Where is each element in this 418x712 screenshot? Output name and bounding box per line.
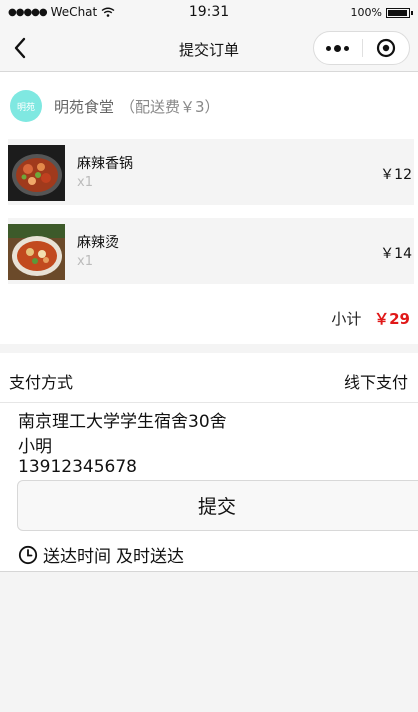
- battery-fill: [388, 9, 407, 16]
- recipient-phone: 13912345678: [18, 457, 137, 477]
- address-location: 南京理工大学学生宿舍30舍: [18, 412, 227, 432]
- item-quantity: x1: [77, 254, 93, 269]
- order-item: 麻辣香锅 x1 ￥12: [8, 139, 414, 205]
- close-mini-program-button[interactable]: [362, 32, 409, 64]
- recipient-name: 小明: [18, 437, 52, 457]
- subtotal: 小计 ￥29: [331, 308, 410, 329]
- order-item: 麻辣烫 x1 ￥14: [8, 218, 414, 284]
- shop-name: 明苑食堂: [54, 97, 115, 116]
- target-close-icon: [376, 38, 395, 58]
- more-dots-icon: [325, 44, 351, 52]
- delivery-fee: （配送费￥3）: [120, 97, 220, 116]
- status-right: 100%: [350, 6, 413, 19]
- mini-program-capsule: [313, 31, 410, 65]
- submit-button-label: 提交: [197, 496, 236, 518]
- battery-percent: 100%: [350, 6, 382, 19]
- subtotal-label: 小计: [331, 310, 362, 328]
- subtotal-value: ￥29: [374, 310, 410, 328]
- shop-order-card: 明苑 明苑食堂 （配送费￥3） 麻辣香锅 x1 ￥12 麻辣烫 x1 ￥14 小…: [0, 72, 418, 344]
- battery-tip: [411, 10, 413, 15]
- payment-method-label: 支付方式: [9, 373, 74, 392]
- item-price: ￥12: [380, 167, 412, 183]
- status-bar: ●●●●● WeChat 19:31 100%: [0, 0, 418, 24]
- delivery-time-label: 送达时间: [43, 547, 111, 567]
- submit-order-button[interactable]: 提交: [17, 480, 418, 531]
- delivery-info-block: 南京理工大学学生宿舍30舍 小明 13912345678 提交 送达时间 及时送…: [0, 403, 418, 572]
- shop-logo: 明苑: [10, 90, 42, 122]
- item-name: 麻辣香锅: [77, 156, 133, 172]
- payment-method-value: 线下支付: [343, 373, 408, 392]
- battery-icon: [386, 7, 413, 18]
- clock-icon: [18, 545, 38, 564]
- nav-bar: 提交订单: [0, 24, 418, 72]
- delivery-time-row: 送达时间 及时送达: [18, 542, 184, 567]
- delivery-time-value: 及时送达: [116, 547, 184, 567]
- item-quantity: x1: [77, 175, 93, 190]
- item-price: ￥14: [380, 246, 412, 262]
- item-name: 麻辣烫: [77, 235, 119, 251]
- shop-header: 明苑 明苑食堂 （配送费￥3）: [10, 90, 220, 122]
- more-button[interactable]: [314, 32, 362, 64]
- payment-method-row[interactable]: 支付方式 线下支付: [0, 353, 418, 403]
- item-image-malatang: [8, 224, 65, 280]
- item-image-spicy-pot: [8, 145, 65, 201]
